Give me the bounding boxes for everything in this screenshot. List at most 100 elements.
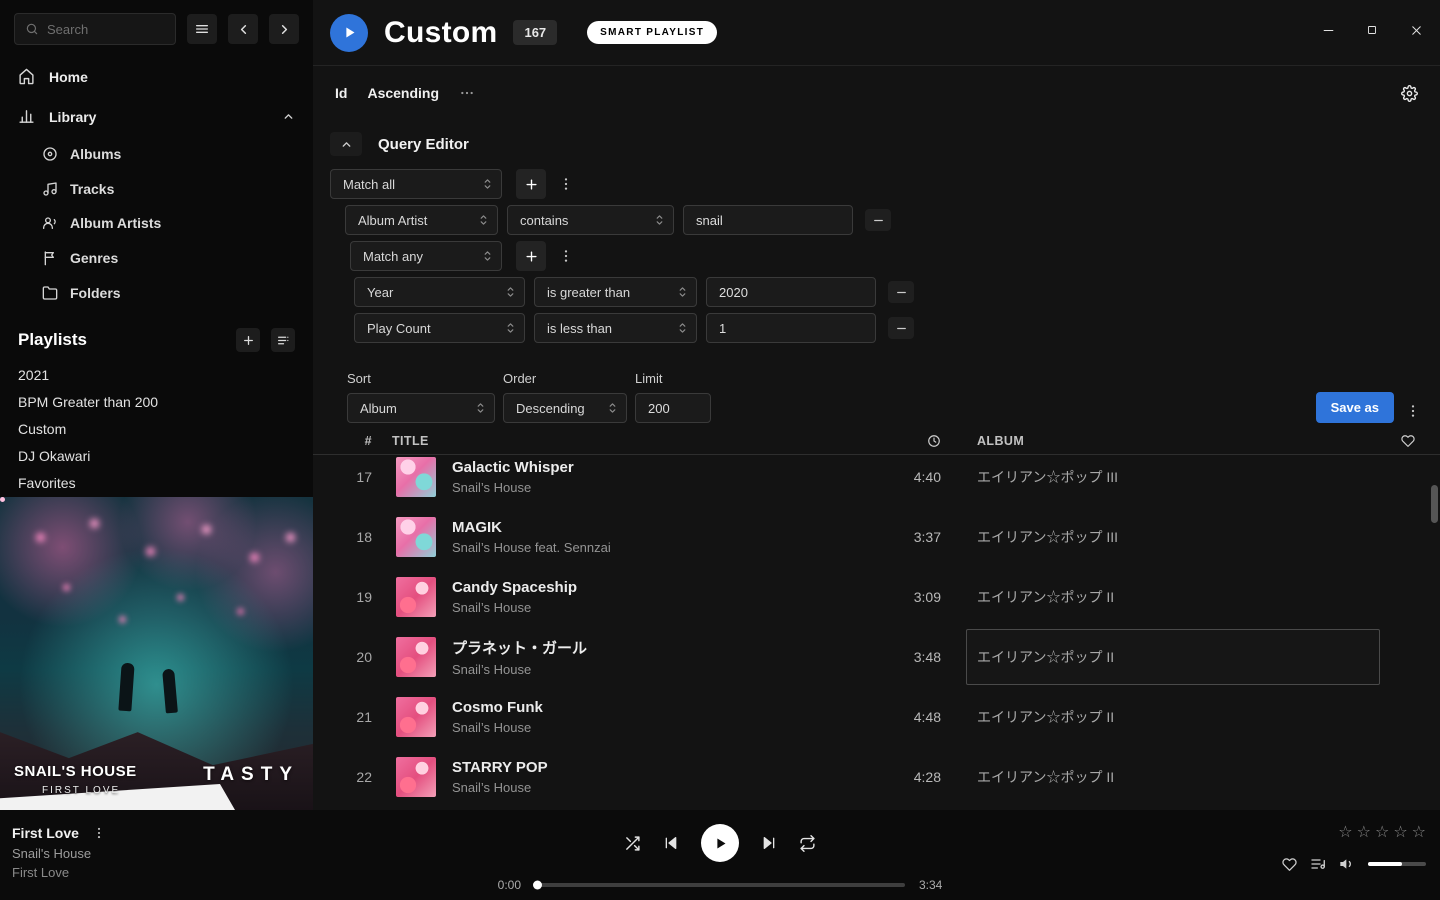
minimize-button[interactable] [1312,14,1344,46]
play-pause-button[interactable] [701,824,739,862]
previous-button[interactable] [663,835,679,851]
save-as-button[interactable]: Save as [1316,392,1394,423]
forward-button[interactable] [269,14,299,44]
add-rule-button[interactable] [516,241,546,271]
add-rule-button[interactable] [516,169,546,199]
settings-button[interactable] [1401,85,1418,102]
favorite-button[interactable] [1282,857,1297,872]
rule-field-select[interactable]: Album Artist [345,205,498,235]
rule-operator-select[interactable]: is less than [534,313,697,343]
rule-menu-button[interactable] [555,248,577,264]
query-menu-button[interactable] [1402,403,1424,419]
rule-value-input[interactable] [706,277,876,307]
column-header-favorite[interactable] [1396,434,1440,448]
track-index: 19 [313,589,379,605]
playlist-item[interactable]: 2021 [0,362,313,389]
chevron-left-icon [236,22,251,37]
rule-value-input[interactable] [706,313,876,343]
sort-field-button[interactable]: Id [335,85,347,101]
remove-rule-button[interactable] [865,209,891,231]
sidebar-item-folders[interactable]: Folders [0,275,313,310]
rule-operator-select[interactable]: contains [507,205,674,235]
sidebar-item-genres[interactable]: Genres [0,241,313,276]
order-select[interactable]: Descending [503,393,627,423]
table-row[interactable]: 21 Cosmo Funk Snail’s House 4:48 [313,687,1440,747]
limit-input[interactable] [635,393,711,423]
add-playlist-button[interactable] [236,328,260,352]
star-icon[interactable]: ☆ [1393,822,1407,841]
close-button[interactable] [1400,14,1432,46]
remove-rule-button[interactable] [888,281,914,303]
search-input[interactable] [47,22,165,37]
sidebar: Home Library Albums Tracks [0,0,313,810]
sidebar-item-library[interactable]: Library [0,97,313,137]
order-label: Order [503,371,627,386]
playlist-item[interactable]: Custom [0,416,313,443]
playlist-item[interactable]: BPM Greater than 200 [0,389,313,416]
star-icon[interactable]: ☆ [1338,822,1352,841]
sidebar-item-album-artists[interactable]: Album Artists [0,206,313,241]
star-icon[interactable]: ☆ [1412,822,1426,841]
table-row[interactable]: 22 STARRY POP Snail’s House 4:28 [313,747,1440,807]
shuffle-button[interactable] [624,835,641,852]
track-menu-button[interactable] [89,826,109,840]
column-header-title[interactable]: TITLE [379,434,880,448]
more-options-button[interactable] [459,85,475,101]
total-time: 3:34 [919,878,953,892]
page-title: Custom [384,16,497,50]
sidebar-item-tracks[interactable]: Tracks [0,171,313,206]
column-header-album[interactable]: ALBUM [966,434,1396,448]
queue-button[interactable] [1310,856,1326,872]
column-header-index[interactable]: # [313,434,379,448]
thumbnail-cell [379,637,435,677]
repeat-button[interactable] [799,835,816,852]
scrollbar-thumb[interactable] [1431,485,1438,523]
group-match-select[interactable]: Match any [350,241,502,271]
sidebar-item-albums[interactable]: Albums [0,136,313,171]
album-art-thumbnail [396,757,436,797]
seek-handle[interactable] [533,881,542,890]
rule-operator-select[interactable]: is greater than [534,277,697,307]
star-icon[interactable]: ☆ [1375,822,1389,841]
table-row[interactable]: 19 Candy Spaceship Snail’s House 3:09 [313,567,1440,627]
sort-select[interactable]: Album [347,393,495,423]
plus-icon [524,177,539,192]
select-arrows-icon [505,285,516,299]
repeat-icon [799,835,816,852]
seek-slider[interactable] [535,883,905,887]
next-button[interactable] [761,835,777,851]
table-row[interactable]: 20 プラネット・ガール Snail’s House 3:48 [313,627,1440,687]
window-controls [1312,14,1432,46]
rule-field-select[interactable]: Play Count [354,313,525,343]
table-row[interactable]: 18 MAGIK Snail’s House feat. Sennzai 3:3… [313,507,1440,567]
rule-menu-button[interactable] [555,176,577,192]
back-button[interactable] [228,14,258,44]
rule-field-select[interactable]: Year [354,277,525,307]
sidebar-item-label: Album Artists [70,215,161,231]
title-cell: Cosmo Funk Snail’s House [435,699,880,735]
sort-direction-button[interactable]: Ascending [367,85,439,101]
playlist-item[interactable]: DJ Okawari [0,443,313,470]
remove-rule-button[interactable] [888,317,914,339]
minus-icon [895,322,908,335]
playlist-list-button[interactable] [271,328,295,352]
collapse-query-editor-button[interactable] [330,132,362,156]
playlist-item[interactable]: Favorites [0,470,313,497]
sidebar-item-label: Home [49,69,88,85]
player-right-controls [1282,856,1426,872]
match-select[interactable]: Match all [330,169,502,199]
maximize-button[interactable] [1356,14,1388,46]
table-row[interactable]: 17 Galactic Whisper Snail’s House 4:40 [313,456,1440,507]
track-title: Galactic Whisper [452,459,880,476]
flag-icon [42,250,58,266]
volume-slider[interactable] [1368,862,1426,866]
sidebar-item-home[interactable]: Home [0,57,313,97]
rule-value-input[interactable] [683,205,853,235]
volume-button[interactable] [1339,856,1355,872]
play-playlist-button[interactable] [330,14,368,52]
column-header-duration[interactable] [880,434,966,448]
track-artist: Snail’s House [452,480,880,495]
menu-button[interactable] [187,14,217,44]
kebab-icon [558,248,574,264]
star-icon[interactable]: ☆ [1357,822,1371,841]
